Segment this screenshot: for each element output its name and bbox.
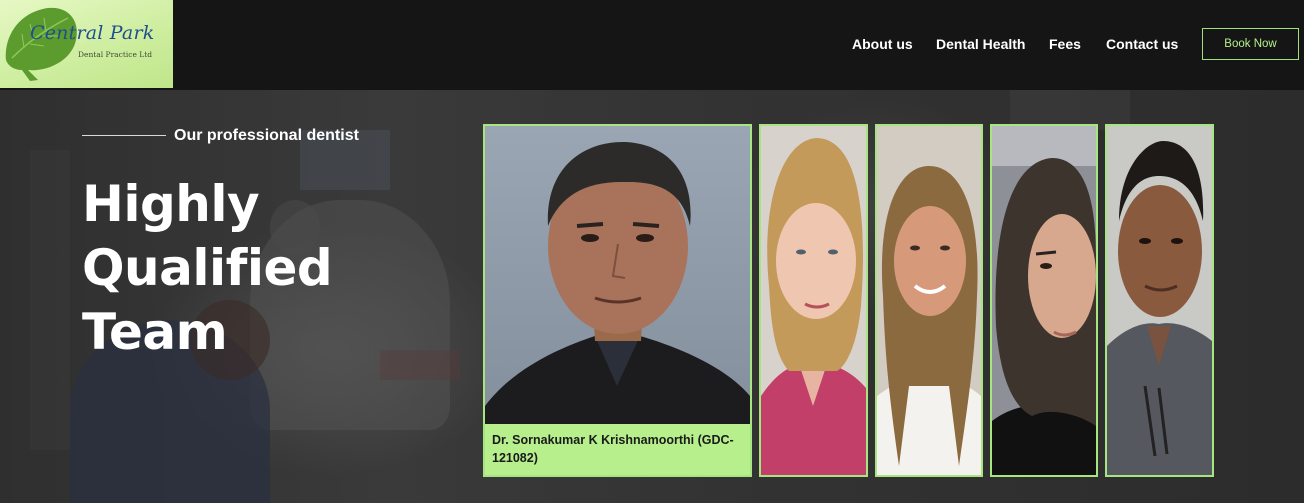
nav-about-us[interactable]: About us — [852, 36, 913, 52]
brand-subtitle: Dental Practice Ltd — [78, 50, 153, 59]
team-card-featured[interactable]: Dr. Sornakumar K Krishnamoorthi (GDC-121… — [483, 124, 752, 477]
team-card-member-4[interactable] — [990, 124, 1098, 477]
nav-dental-health[interactable]: Dental Health — [936, 36, 1025, 52]
featured-dentist-caption: Dr. Sornakumar K Krishnamoorthi (GDC-121… — [485, 424, 750, 475]
team-card-member-5[interactable] — [1105, 124, 1214, 477]
nav-contact-us[interactable]: Contact us — [1106, 36, 1178, 52]
team-member-photo — [877, 126, 981, 475]
site-header: Central Park Dental Practice Ltd About u… — [0, 0, 1304, 90]
brand-name: Central Park — [30, 22, 155, 44]
leaf-icon — [5, 7, 77, 82]
headline-line-3: Team — [82, 303, 228, 361]
dentist-photo — [485, 126, 750, 475]
hero-eyebrow: Our professional dentist — [174, 127, 359, 144]
eyebrow-divider — [82, 135, 166, 136]
team-member-photo — [1107, 126, 1212, 475]
team-card-member-3[interactable] — [875, 124, 983, 477]
team-member-photo — [992, 126, 1096, 475]
team-card-member-2[interactable] — [759, 124, 868, 477]
headline-line-2: Qualified — [82, 239, 333, 297]
headline-line-1: Highly — [82, 175, 260, 233]
book-now-button[interactable]: Book Now — [1202, 28, 1299, 60]
brand-logo[interactable]: Central Park Dental Practice Ltd — [0, 0, 173, 88]
nav-fees[interactable]: Fees — [1049, 36, 1081, 52]
hero-headline: Highly Qualified Team — [82, 172, 333, 364]
team-member-photo — [761, 126, 866, 475]
